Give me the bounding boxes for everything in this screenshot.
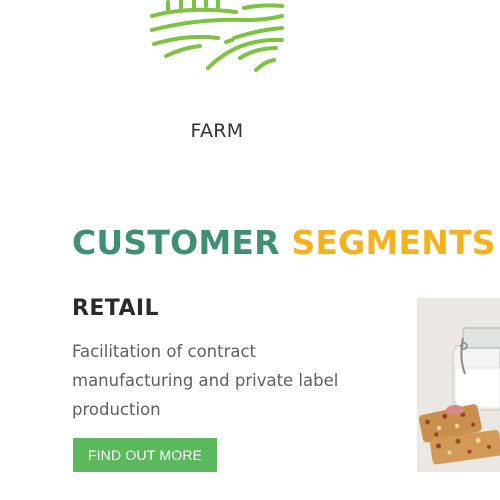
farm-label: FARM [190, 120, 244, 142]
retail-heading: RETAIL [72, 296, 159, 321]
heading-word-segments: SEGMENTS [291, 223, 496, 262]
jar-and-granola-bars-photo [417, 298, 500, 472]
retail-description: Facilitation of contract manufacturing a… [72, 342, 339, 419]
farm-fields-icon [148, 0, 288, 76]
find-out-more-button[interactable]: FIND OUT MORE [73, 438, 217, 472]
heading-word-customer: CUSTOMER [72, 223, 280, 262]
customer-segments-heading: CUSTOMER SEGMENTS [72, 222, 496, 264]
